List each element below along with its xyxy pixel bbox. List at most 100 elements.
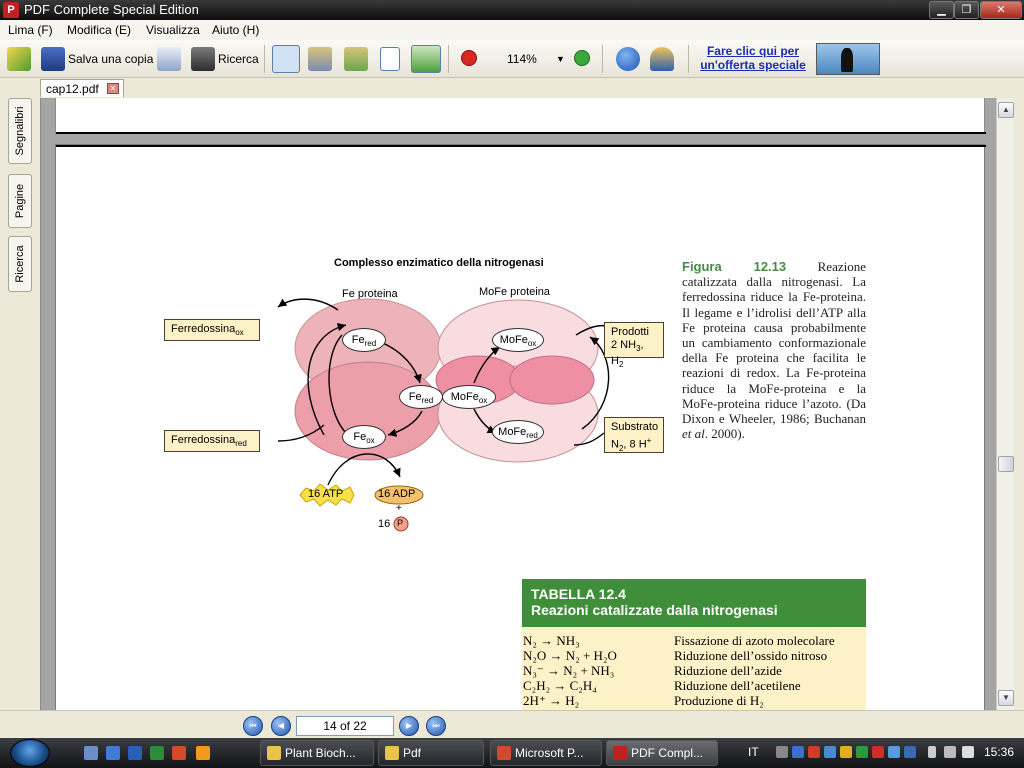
substrate-label: Substrato [611,421,659,433]
antivirus-icon[interactable] [872,746,884,758]
promo-link-line1[interactable]: Fare clic qui per [700,44,806,58]
first-page-icon[interactable]: ⏮ [243,716,263,736]
vertical-scrollbar[interactable]: ▲ ▼ [996,98,1014,710]
figure-caption: Figura 12.13 Reazione catalizzata dalla … [682,259,866,441]
back-arrow-icon[interactable] [776,746,788,758]
promo-banner-image[interactable] [816,43,880,75]
maximize-button[interactable]: ❐ [954,1,979,19]
explorer-icon[interactable] [106,746,120,760]
table-label: TABELLA 12.4 [531,586,626,602]
mofe-ox-mid-oval: MoFeox [442,385,496,409]
print-icon[interactable] [157,47,181,71]
sync-icon[interactable] [888,746,900,758]
toolbar-separator [602,45,603,73]
open-folder-icon[interactable] [7,47,31,71]
previous-page-icon[interactable]: ◀ [271,716,291,736]
scroll-thumb[interactable] [998,456,1014,472]
save-copy-icon[interactable] [41,47,65,71]
display-icon[interactable] [904,746,916,758]
adp-label: 16 ADP [378,488,416,500]
substrate-n2: N [611,438,619,451]
word-icon[interactable] [128,746,142,760]
previous-page [55,98,986,134]
document-tab-label: cap12.pdf [46,82,99,96]
excel-icon[interactable] [150,746,164,760]
update-icon[interactable] [856,746,868,758]
tab-bookmarks[interactable]: Segnalibri [8,98,32,164]
reaction-cell: N₃⁻ → N₂ + NH₃ [523,663,615,678]
show-desktop-icon[interactable] [84,746,98,760]
network-status-icon[interactable] [944,746,956,758]
language-indicator[interactable]: IT [748,745,759,759]
caption-text-end: . 2000). [704,426,745,442]
products-box: Prodotti 2 NH3, H2 [604,322,664,369]
binoculars-icon[interactable] [191,47,215,71]
menu-help[interactable]: Aiuto (H) [212,23,259,37]
page-number-input[interactable]: 14 of 22 [296,716,394,736]
document-viewport[interactable]: Complesso enzimatico della nitrogenasi F… [40,98,996,710]
system-clock[interactable]: 15:36 [984,745,1014,759]
menu-file[interactable]: Lima (F) [8,23,53,37]
taskbar-item-label: Plant Bioch... [285,746,356,760]
document-tab[interactable]: cap12.pdf ✕ [40,79,124,97]
tab-pages[interactable]: Pagine [8,174,32,228]
fe-ox-text: Fe [353,431,367,443]
volume-icon[interactable] [962,746,974,758]
table-row: N₃⁻ → N₂ + NH₃ Riduzione dell’azide [522,663,866,678]
zoom-dropdown-icon[interactable]: ▼ [556,54,565,64]
minimize-button[interactable]: ▁ [929,1,954,19]
menu-view[interactable]: Visualizza [146,23,200,37]
substrate-box: Substrato N2, 8 H+ [604,417,664,453]
close-tab-icon[interactable]: ✕ [107,83,119,94]
window-title: PDF Complete Special Edition [24,2,199,17]
hand-tool-icon[interactable] [272,45,300,73]
taskbar-item-pdf-folder[interactable]: Pdf [378,740,484,766]
taskbar-item-pdf-complete[interactable]: PDF Compl... [606,740,718,766]
scroll-up-icon[interactable]: ▲ [998,102,1014,118]
promo-link-line2[interactable]: un'offerta speciale [700,58,806,72]
zoom-out-tool-icon[interactable] [308,47,332,71]
security-icon[interactable] [808,746,820,758]
close-button[interactable]: ✕ [980,1,1022,19]
mofe-red-text: MoFe [498,426,527,438]
description-cell: Fissazione di azoto molecolare [674,633,835,648]
shield-icon[interactable] [840,746,852,758]
fit-page-icon[interactable] [411,45,441,73]
tab-search[interactable]: Ricerca [8,236,32,292]
taskbar-item-plant-biochem[interactable]: Plant Bioch... [260,740,374,766]
taskbar-item-microsoft[interactable]: Microsoft P... [490,740,602,766]
start-button[interactable] [10,739,50,767]
zoom-plus-icon[interactable] [574,50,590,66]
fe-red-top-sub: red [364,339,377,349]
powerpoint-icon [497,746,511,760]
ferredoxin-ox-sub: ox [235,328,244,338]
substrate-h: , 8 H [623,438,647,451]
caption-text: Reazione catalizzata dalla nitrogenasi. … [682,259,866,427]
save-copy-label[interactable]: Salva una copia [68,52,153,66]
zoom-minus-icon[interactable] [461,50,477,66]
zoom-level[interactable]: 114% [507,52,537,66]
next-page-icon[interactable]: ▶ [399,716,419,736]
folder-icon [267,746,281,760]
menu-edit[interactable]: Modifica (E) [67,23,131,37]
scroll-down-icon[interactable]: ▼ [998,690,1014,706]
single-page-icon[interactable] [380,47,400,71]
mofe-ox-top-sub: ox [527,339,537,349]
battery-icon[interactable] [928,746,936,758]
user-icon[interactable] [650,47,674,71]
network-icon[interactable] [824,746,836,758]
help-icon[interactable] [616,47,640,71]
media-player-icon[interactable] [196,746,210,760]
search-label[interactable]: Ricerca [218,52,259,66]
taskbar-item-label: PDF Compl... [631,746,704,760]
fe-red-mid-oval: Fered [399,385,443,409]
ferredoxin-ox-text: Ferredossina [171,323,236,335]
toolbar-separator [448,45,449,73]
zoom-in-tool-icon[interactable] [344,47,368,71]
ferredoxin-red-text: Ferredossina [171,434,236,446]
reactions-table: N₂ → NH₃ Fissazione di azoto molecolare N… [522,627,866,710]
powerpoint-icon[interactable] [172,746,186,760]
last-page-icon[interactable]: ⏭ [426,716,446,736]
ferredoxin-ox-box: Ferredossinaox [164,319,260,341]
bluetooth-icon[interactable] [792,746,804,758]
